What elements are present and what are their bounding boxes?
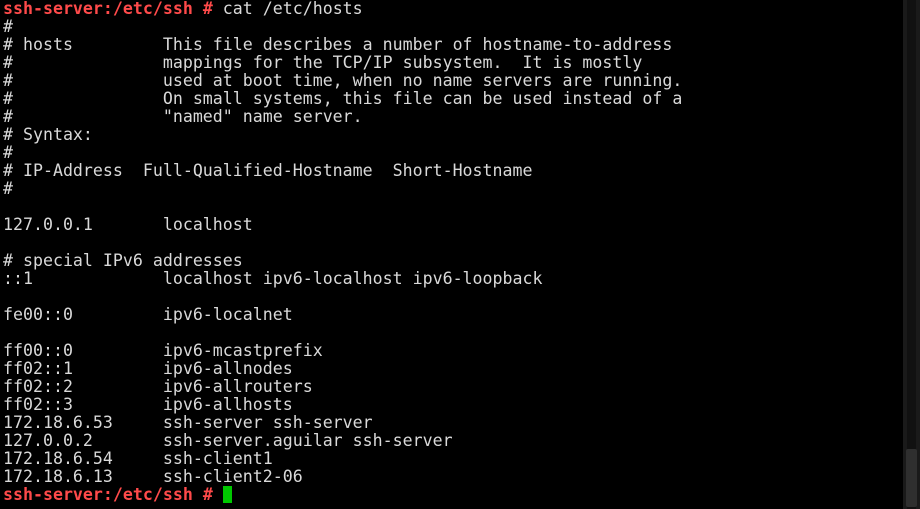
output-line: ff02::2 ipv6-allrouters (3, 377, 313, 396)
terminal-window[interactable]: ssh-server:/etc/ssh # cat /etc/hosts # # … (0, 0, 903, 509)
output-line: ff00::0 ipv6-mcastprefix (3, 341, 323, 360)
output-line: # mappings for the TCP/IP subsystem. It … (3, 53, 643, 72)
prompt-symbol: # (192, 485, 223, 504)
output-line: fe00::0 ipv6-localnet (3, 305, 293, 324)
output-line: ::1 localhost ipv6-localhost ipv6-loopba… (3, 269, 543, 288)
output-line: # (3, 143, 13, 162)
scrollbar[interactable] (903, 0, 920, 509)
scrollbar-track[interactable] (907, 0, 916, 509)
output-line: # On small systems, this file can be use… (3, 89, 683, 108)
output-line: ff02::1 ipv6-allnodes (3, 359, 293, 378)
output-line: # "named" name server. (3, 107, 363, 126)
scrollbar-thumb[interactable] (906, 449, 917, 507)
output-line: 127.0.0.2 ssh-server.aguilar ssh-server (3, 431, 453, 450)
command-line: ssh-server:/etc/ssh # cat /etc/hosts (3, 0, 903, 18)
output-line: 172.18.6.13 ssh-client2-06 (3, 467, 303, 486)
output-line: ff02::3 ipv6-allhosts (3, 395, 293, 414)
output-line: 172.18.6.53 ssh-server ssh-server (3, 413, 373, 432)
prompt-path: ssh-server:/etc/ssh (3, 0, 193, 18)
output-line: # (3, 17, 13, 36)
text-cursor (222, 486, 232, 503)
prompt-path: ssh-server:/etc/ssh (3, 485, 193, 504)
output-line: # IP-Address Full-Qualified-Hostname Sho… (3, 161, 533, 180)
output-line: # used at boot time, when no name server… (3, 71, 683, 90)
output-line: # Syntax: (3, 125, 93, 144)
prompt-symbol: # (192, 0, 213, 18)
command-text: cat /etc/hosts (212, 0, 363, 18)
output-line: # (3, 179, 13, 198)
output-line: 127.0.0.1 localhost (3, 215, 253, 234)
output-line: # special IPv6 addresses (3, 251, 243, 270)
command-output: # # hosts This file describes a number of… (3, 18, 903, 486)
active-prompt-line[interactable]: ssh-server:/etc/ssh # (3, 486, 903, 504)
output-line: 172.18.6.54 ssh-client1 (3, 449, 273, 468)
output-line: # hosts This file describes a number of … (3, 35, 673, 54)
